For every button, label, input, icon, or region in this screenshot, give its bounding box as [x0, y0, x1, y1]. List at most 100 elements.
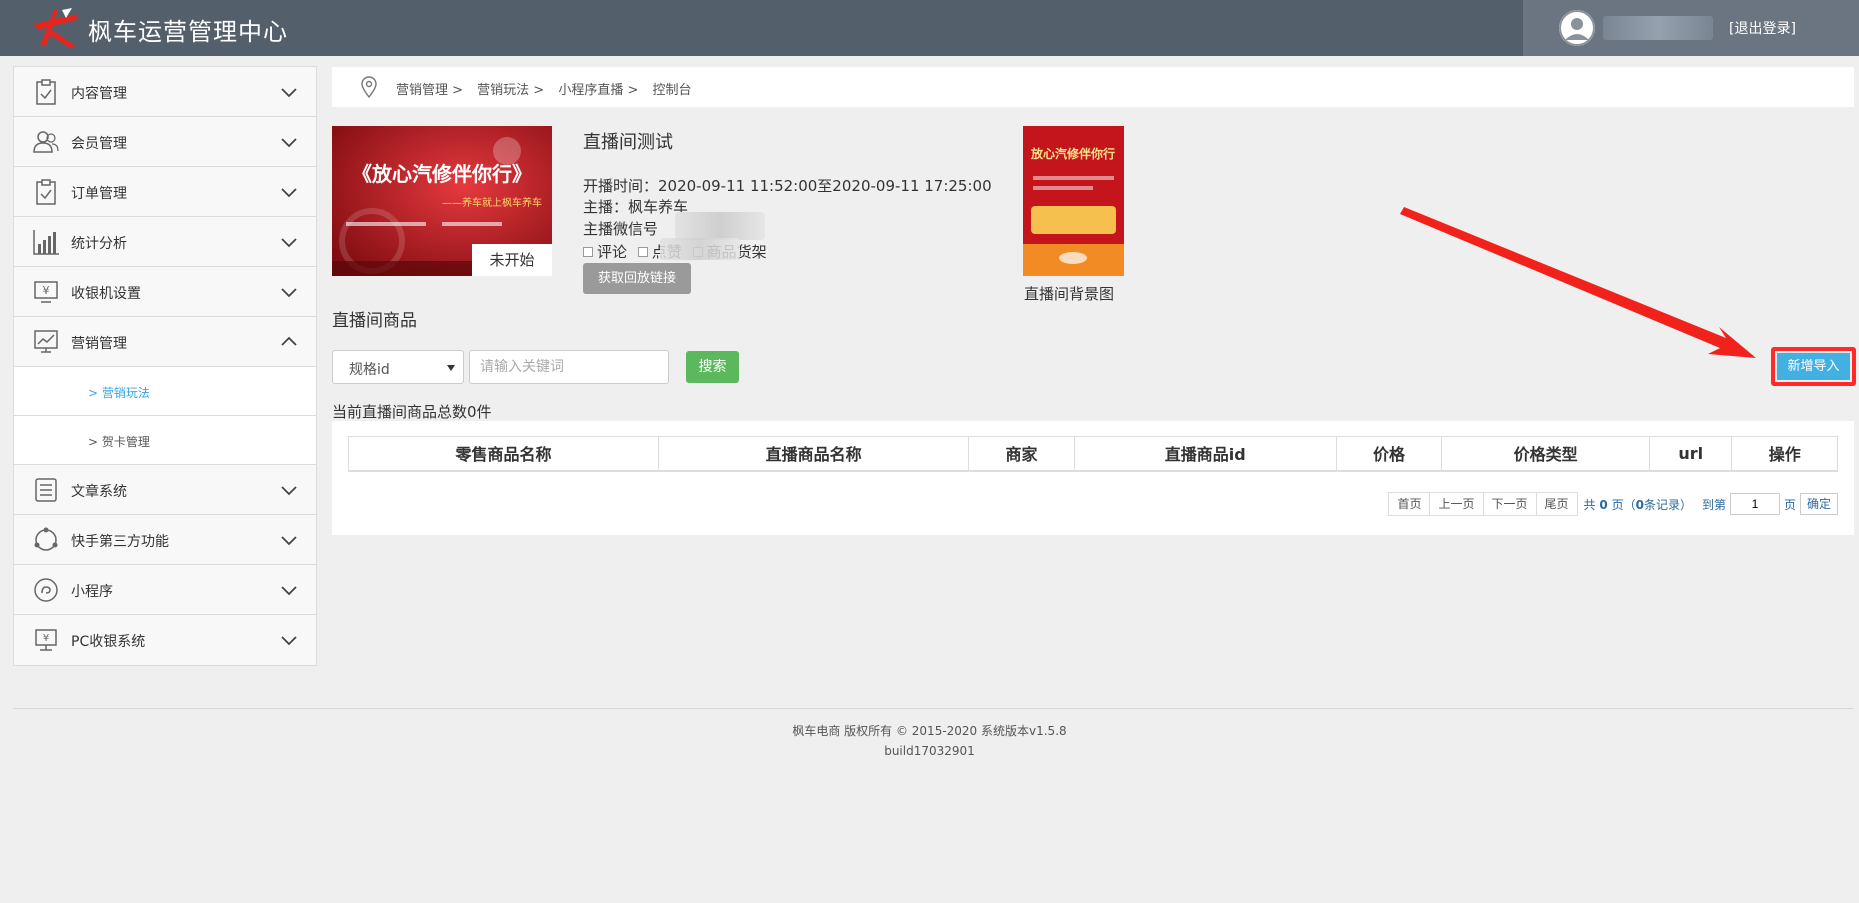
breadcrumb-item[interactable]: 营销玩法 > [477, 83, 544, 98]
breadcrumb-item[interactable]: 小程序直播 > [558, 83, 638, 98]
svg-text:¥: ¥ [43, 284, 50, 297]
chevron-down-icon [281, 138, 297, 148]
sidebar-item-label: 内容管理 [71, 86, 127, 102]
sidebar-item-marketing[interactable]: 营销管理 [14, 317, 316, 367]
chevron-down-icon [281, 88, 297, 98]
new-import-button[interactable]: 新增导入 [1777, 353, 1850, 380]
spec-select-value: 规格id [349, 362, 390, 378]
column-header: 零售商品名称 [347, 436, 660, 472]
top-bar: 枫车运营管理中心 [退出登录] [0, 0, 1859, 56]
avatar[interactable] [1559, 10, 1595, 46]
goods-total-count: 当前直播间商品总数0件 [332, 403, 492, 421]
sidebar-item-miniprogram[interactable]: 小程序 [14, 565, 316, 615]
cover-subtitle: ——养车就上枫车养车 [442, 196, 542, 209]
column-header: 直播商品id [1073, 436, 1337, 472]
comment-checkbox[interactable] [583, 247, 593, 257]
sidebar-item-label: 统计分析 [71, 236, 127, 252]
sidebar-subitem-greeting-cards[interactable]: > 贺卡管理 [14, 416, 316, 465]
order-icon [36, 179, 56, 205]
live-status-badge: 未开始 [472, 244, 552, 276]
sidebar-subitem-label: > 贺卡管理 [88, 435, 150, 449]
trend-chart-icon [34, 330, 58, 353]
users-icon [33, 131, 59, 153]
column-header: 价格 [1335, 436, 1443, 472]
background-caption: 直播间背景图 [1024, 285, 1115, 303]
chevron-up-icon [281, 336, 297, 346]
column-header: 价格类型 [1441, 436, 1651, 472]
sidebar-item-label: 文章系统 [71, 484, 127, 500]
sidebar-item-label: PC收银系统 [71, 634, 146, 650]
next-page-button[interactable]: 下一页 [1482, 492, 1537, 516]
goods-section-title: 直播间商品 [332, 311, 417, 331]
caret-down-icon [447, 365, 455, 371]
pagination-prefix: 共 [1583, 497, 1596, 512]
table-header-row: 零售商品名称 直播商品名称 商家 直播商品id 价格 价格类型 url 操作 [347, 436, 1838, 472]
chevron-down-icon [281, 636, 297, 646]
bar-chart-icon [33, 230, 59, 255]
sidebar-item-content[interactable]: 内容管理 [14, 67, 316, 117]
miniprogram-icon [34, 578, 58, 602]
list-icon [35, 478, 57, 502]
get-playback-link-button[interactable]: 获取回放链接 [583, 263, 691, 294]
wechat-redacted [675, 212, 765, 240]
breadcrumb-item-current: 控制台 [652, 83, 692, 98]
pc-cashier-icon: ¥ [35, 629, 57, 651]
location-pin-icon [361, 76, 377, 98]
sidebar-item-label: 收银机设置 [71, 286, 141, 302]
pagination-suffix: 条记录） [1643, 497, 1692, 512]
chevron-down-icon [281, 288, 297, 298]
option-label: 评论 [597, 243, 628, 261]
app-title: 枫车运营管理中心 [88, 18, 288, 46]
sidebar-item-label: 小程序 [71, 584, 113, 600]
sidebar-item-label: 会员管理 [71, 136, 127, 152]
like-checkbox[interactable] [637, 247, 648, 257]
sidebar-item-pc-cashier[interactable]: ¥ PC收银系统 [14, 615, 316, 665]
logout-link[interactable]: [退出登录] [1729, 18, 1796, 38]
clipboard-icon [36, 79, 56, 105]
background-title: 放心汽修伴你行 [1030, 146, 1115, 161]
username-redacted [1603, 16, 1713, 40]
cashier-icon: ¥ [34, 281, 58, 303]
chevron-down-icon [281, 238, 297, 248]
sidebar-subitem-marketing-play[interactable]: > 营销玩法 [14, 367, 316, 416]
cover-title: 《放心汽修伴你行》 [352, 162, 532, 186]
prev-page-button[interactable]: 上一页 [1429, 492, 1484, 516]
column-header: url [1649, 436, 1733, 472]
goods-table: 零售商品名称 直播商品名称 商家 直播商品id 价格 价格类型 url 操作 [347, 436, 1838, 472]
sidebar-item-articles[interactable]: 文章系统 [14, 465, 316, 515]
live-cover-image: 《放心汽修伴你行》 ——养车就上枫车养车 未开始 [332, 126, 552, 276]
goto-confirm-button[interactable]: 确定 [1799, 493, 1838, 515]
chevron-down-icon [281, 536, 297, 546]
sidebar-item-members[interactable]: 会员管理 [14, 117, 316, 167]
user-panel: [退出登录] [1523, 0, 1859, 56]
column-header: 商家 [968, 436, 1075, 472]
sidebar-item-statistics[interactable]: 统计分析 [14, 217, 316, 267]
goto-label: 到第 [1701, 497, 1726, 512]
sidebar: 内容管理 会员管理 订单管理 统计分析 ¥ 收银机设置 营销管理 > 营销玩法 … [13, 66, 317, 666]
live-time: 开播时间：2020-09-11 11:52:00至2020-09-11 17:2… [583, 177, 992, 195]
svg-text:¥: ¥ [43, 633, 49, 644]
live-room-title: 直播间测试 [583, 132, 673, 153]
last-page-button[interactable]: 尾页 [1535, 492, 1578, 516]
first-page-button[interactable]: 首页 [1388, 492, 1431, 516]
sidebar-item-cashier-settings[interactable]: ¥ 收银机设置 [14, 267, 316, 317]
options-redacted [660, 238, 740, 260]
sidebar-subitem-label: > 营销玩法 [88, 386, 150, 400]
pagination-info: 共 0 页（0条记录） [1584, 496, 1692, 513]
column-header: 直播商品名称 [658, 436, 970, 472]
sidebar-item-orders[interactable]: 订单管理 [14, 167, 316, 217]
logo-icon [34, 8, 78, 48]
breadcrumb: 营销管理 > 营销玩法 > 小程序直播 > 控制台 [332, 67, 1854, 107]
search-button[interactable]: 搜索 [686, 351, 739, 383]
record-count: 0 [1635, 497, 1644, 512]
chevron-down-icon [281, 586, 297, 596]
page-number-input[interactable] [1729, 493, 1780, 515]
breadcrumb-item[interactable]: 营销管理 > [396, 83, 463, 98]
pagination-mid: 页（ [1611, 497, 1636, 512]
user-avatar-icon [1559, 10, 1595, 46]
sidebar-item-kuaishou[interactable]: 快手第三方功能 [14, 515, 316, 565]
keyword-input[interactable] [469, 350, 669, 384]
spec-select[interactable]: 规格id [332, 350, 464, 384]
footer-copyright: 枫车电商 版权所有 © 2015-2020 系统版本v1.5.8 [792, 724, 1067, 738]
cycle-icon [34, 527, 58, 551]
